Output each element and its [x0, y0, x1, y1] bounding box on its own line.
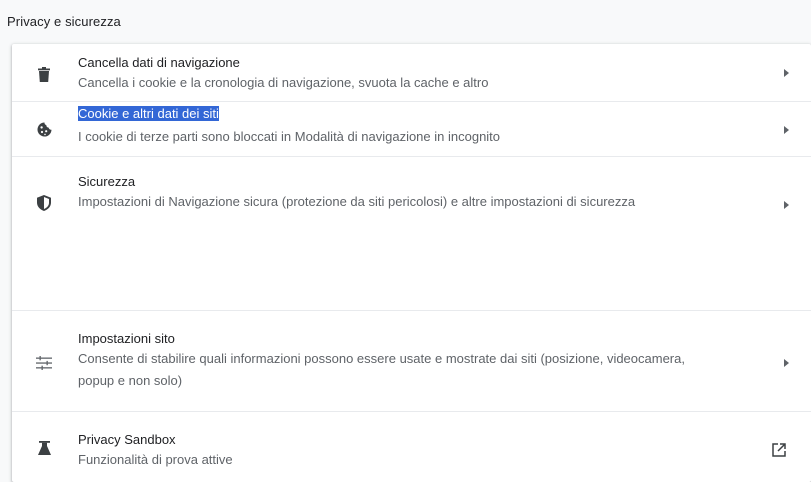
chevron-right-icon	[781, 358, 791, 368]
clear-browsing-data-title: Cancella dati di navigazione	[78, 55, 240, 70]
security-subtitle: Impostazioni di Navigazione sicura (prot…	[78, 194, 636, 209]
open-in-new-icon[interactable]	[772, 443, 790, 461]
clear-browsing-data-row[interactable]: Cancella dati di navigazione Cancella i …	[12, 44, 811, 101]
chevron-right-icon	[781, 125, 791, 135]
cookies-site-data-subtitle: I cookie di terze parti sono bloccati in…	[78, 129, 501, 144]
site-settings-row[interactable]: Impostazioni sito Consente di stabilire …	[12, 310, 811, 411]
section-title: Privacy e sicurezza	[7, 14, 121, 29]
chevron-right-icon	[781, 68, 791, 78]
privacy-sandbox-subtitle: Funzionalità di prova attive	[78, 452, 233, 467]
shield-icon	[33, 192, 55, 214]
chevron-right-icon	[781, 200, 791, 210]
privacy-security-card: Cancella dati di navigazione Cancella i …	[12, 44, 811, 482]
site-settings-title: Impostazioni sito	[78, 331, 175, 346]
security-row[interactable]: Sicurezza Impostazioni di Navigazione si…	[12, 156, 811, 250]
privacy-sandbox-row[interactable]: Privacy Sandbox Funzionalità di prova at…	[12, 411, 811, 482]
trash-icon	[33, 63, 55, 85]
cookies-site-data-row[interactable]: Cookie e altri dati dei siti I cookie di…	[12, 101, 811, 156]
flask-icon	[33, 437, 55, 459]
clear-browsing-data-subtitle: Cancella i cookie e la cronologia di nav…	[78, 75, 489, 90]
security-title: Sicurezza	[78, 174, 136, 189]
cookies-site-data-title: Cookie e altri dati dei siti	[78, 106, 219, 121]
privacy-sandbox-title: Privacy Sandbox	[78, 432, 176, 447]
tune-icon	[33, 352, 55, 374]
cookie-icon	[33, 118, 55, 140]
site-settings-subtitle: Consente di stabilire quali informazioni…	[78, 351, 685, 388]
